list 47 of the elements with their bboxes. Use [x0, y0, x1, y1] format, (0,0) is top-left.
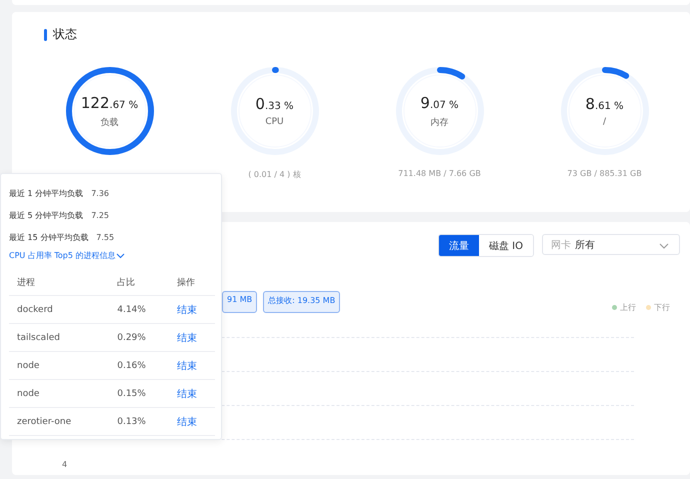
- gauge-value: 0.33 %: [255, 95, 294, 113]
- end-process-link[interactable]: 结束: [176, 360, 197, 372]
- process-info-link[interactable]: CPU 占用率 Top5 的进程信息: [9, 250, 126, 261]
- table-cell: node: [9, 352, 110, 380]
- gauge-label: /: [602, 117, 606, 127]
- table-cell: node: [9, 380, 110, 408]
- column-header: 操作: [168, 269, 215, 296]
- column-header: 进程: [9, 269, 110, 296]
- end-process-link[interactable]: 结束: [176, 332, 197, 344]
- column-header: 占比: [109, 269, 169, 296]
- load-value: 7.25: [91, 210, 109, 220]
- gauge-value: 8.61 %: [585, 95, 624, 113]
- title-marker-icon: [44, 28, 47, 40]
- gauge-caption: ( 0.01 / 4 ) 核: [248, 169, 301, 180]
- section-title: 状态: [53, 26, 77, 43]
- caret-icon: [659, 243, 669, 249]
- load-value: 7.55: [96, 232, 114, 242]
- gauge-value: 122.67 %: [80, 94, 138, 112]
- legend-label: 下行: [654, 302, 670, 313]
- table-cell: zerotier-one: [9, 408, 110, 436]
- end-process-link[interactable]: 结束: [176, 388, 197, 400]
- table-cell: dockerd: [9, 296, 110, 324]
- segment-tab[interactable]: 流量: [439, 235, 479, 256]
- total-tag: 91 MB: [222, 291, 258, 313]
- table-cell: 4.14%: [109, 296, 169, 324]
- gauge-value: 9.07 %: [420, 94, 459, 112]
- total-tag: 总接收: 19.35 MB: [263, 291, 340, 313]
- table-cell: 0.15%: [109, 380, 169, 408]
- table-cell: 0.29%: [109, 324, 169, 352]
- load-label: 最近 15 分钟平均负载: [9, 232, 88, 242]
- table-cell: tailscaled: [9, 324, 110, 352]
- nic-select[interactable]: 网卡 所有: [542, 234, 680, 255]
- gauge-caption: 711.48 MB / 7.66 GB: [398, 169, 481, 178]
- end-process-link[interactable]: 结束: [176, 416, 197, 428]
- load-value: 7.36: [91, 188, 109, 198]
- chevron-down-icon: [116, 252, 126, 258]
- gauge-label: 内存: [430, 116, 448, 128]
- end-process-link[interactable]: 结束: [176, 304, 197, 316]
- table-cell: 0.16%: [109, 352, 169, 380]
- table-cell: 0.13%: [109, 408, 169, 436]
- legend-label: 上行: [620, 302, 636, 313]
- load-label: 最近 5 分钟平均负载: [9, 210, 84, 220]
- axis-label: 4: [62, 460, 68, 469]
- gauge-label: 负载: [100, 116, 118, 128]
- load-label: 最近 1 分钟平均负载: [9, 188, 84, 198]
- gauge-label: CPU: [265, 117, 284, 127]
- gauge-caption: 73 GB / 885.31 GB: [567, 169, 642, 178]
